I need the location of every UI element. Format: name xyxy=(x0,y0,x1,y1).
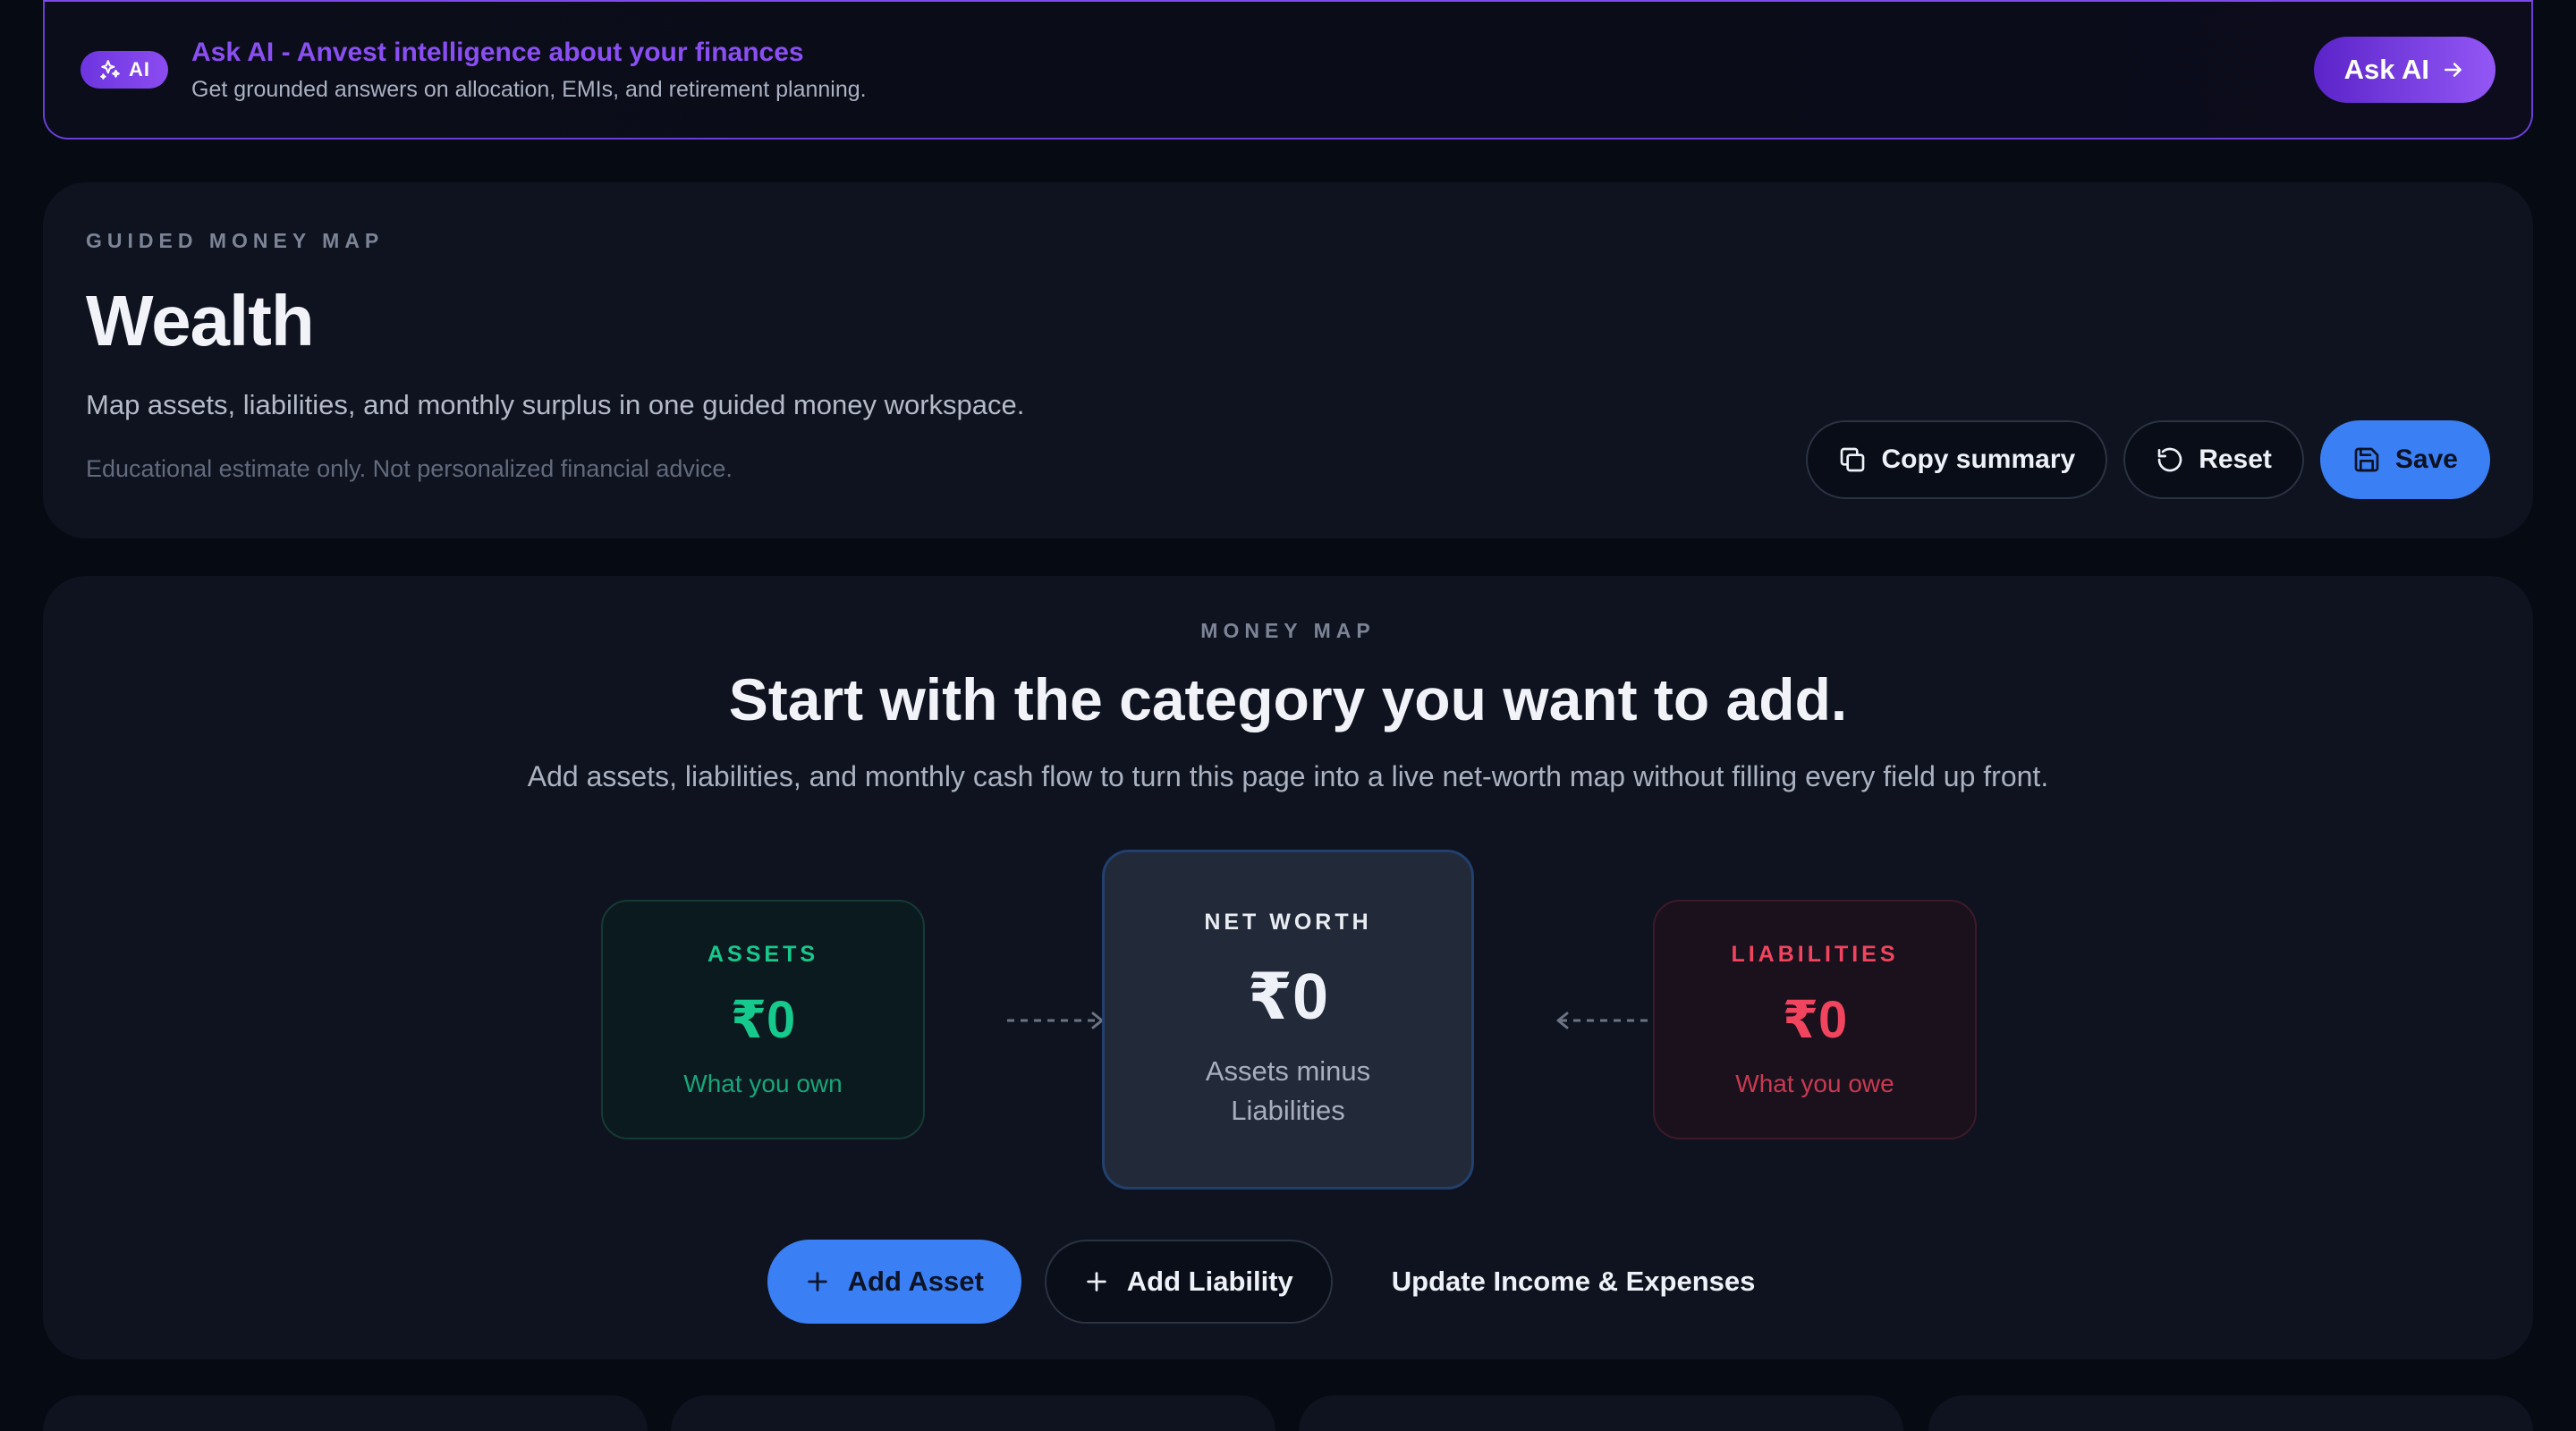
save-icon xyxy=(2354,447,2379,472)
money-map-eyebrow: MONEY MAP xyxy=(1200,619,1376,642)
liabilities-value: ₹0 xyxy=(1782,990,1848,1049)
net-worth-value: ₹0 xyxy=(1247,961,1329,1033)
copy-summary-label: Copy summary xyxy=(1881,445,2076,474)
ask-ai-button-label: Ask AI xyxy=(2343,54,2429,85)
net-worth-label: NET WORTH xyxy=(1204,909,1372,935)
reset-button[interactable]: Reset xyxy=(2123,420,2304,499)
net-worth-subtitle: Assets minus Liabilities xyxy=(1205,1054,1371,1126)
plus-icon xyxy=(807,1272,827,1291)
ai-banner-title: Ask AI - Anvest intelligence about your … xyxy=(191,37,804,67)
update-income-expenses-button[interactable]: Update Income & Expenses xyxy=(1356,1240,1792,1324)
header-card: GUIDED MONEY MAP Wealth Map assets, liab… xyxy=(43,182,2533,538)
assets-subtitle: What you own xyxy=(683,1069,843,1097)
add-asset-label: Add Asset xyxy=(847,1266,984,1297)
summary-card-3 xyxy=(1299,1395,1903,1431)
add-asset-button[interactable]: Add Asset xyxy=(767,1240,1021,1324)
update-income-expenses-label: Update Income & Expenses xyxy=(1391,1266,1756,1297)
ai-banner: AI Ask AI - Anvest intelligence about yo… xyxy=(43,0,2533,140)
header-eyebrow: GUIDED MONEY MAP xyxy=(86,229,385,252)
summary-card-2 xyxy=(671,1395,1275,1431)
liabilities-subtitle: What you owe xyxy=(1735,1069,1894,1097)
money-map-actions: Add Asset Add Liability Update Income & … xyxy=(43,1240,2533,1324)
ai-badge: AI xyxy=(80,51,168,89)
save-label: Save xyxy=(2394,445,2458,474)
copy-summary-button[interactable]: Copy summary xyxy=(1806,420,2108,499)
assets-label: ASSETS xyxy=(707,941,819,967)
assets-card[interactable]: ASSETS ₹0 What you own xyxy=(601,900,925,1139)
assets-value: ₹0 xyxy=(730,990,796,1049)
summary-card-1 xyxy=(43,1395,648,1431)
sparkles-icon xyxy=(100,60,120,80)
ai-badge-label: AI xyxy=(129,58,150,80)
net-worth-card: NET WORTH ₹0 Assets minus Liabilities xyxy=(1102,850,1474,1190)
ai-banner-subtitle: Get grounded answers on allocation, EMIs… xyxy=(191,76,867,102)
summary-card-4 xyxy=(1928,1395,2533,1431)
add-liability-button[interactable]: Add Liability xyxy=(1044,1240,1333,1324)
header-actions: Copy summary Reset Save xyxy=(1806,420,2490,499)
plus-icon xyxy=(1087,1272,1106,1291)
arrow-left-dashed-icon xyxy=(1556,1012,1653,1029)
money-map-description: Add assets, liabilities, and monthly cas… xyxy=(527,760,2049,792)
ai-banner-text: Ask AI - Anvest intelligence about your … xyxy=(191,38,867,103)
liabilities-label: LIABILITIES xyxy=(1731,941,1899,967)
ask-ai-button[interactable]: Ask AI xyxy=(2313,37,2496,103)
page-description: Map assets, liabilities, and monthly sur… xyxy=(86,389,1025,420)
save-button[interactable]: Save xyxy=(2319,420,2490,499)
copy-icon xyxy=(1841,447,1865,472)
money-map-card: MONEY MAP Start with the category you wa… xyxy=(43,576,2533,1359)
reset-label: Reset xyxy=(2199,445,2272,474)
add-liability-label: Add Liability xyxy=(1126,1266,1293,1297)
liabilities-card[interactable]: LIABILITIES ₹0 What you owe xyxy=(1653,900,1977,1139)
reset-icon xyxy=(2157,447,2182,472)
money-map-title: Start with the category you want to add. xyxy=(728,666,1848,732)
page-title: Wealth xyxy=(86,281,315,360)
arrow-right-icon xyxy=(2445,63,2462,77)
wealth-page: AI Ask AI - Anvest intelligence about yo… xyxy=(0,0,2576,1431)
arrow-right-dashed-icon xyxy=(1007,1012,1104,1029)
